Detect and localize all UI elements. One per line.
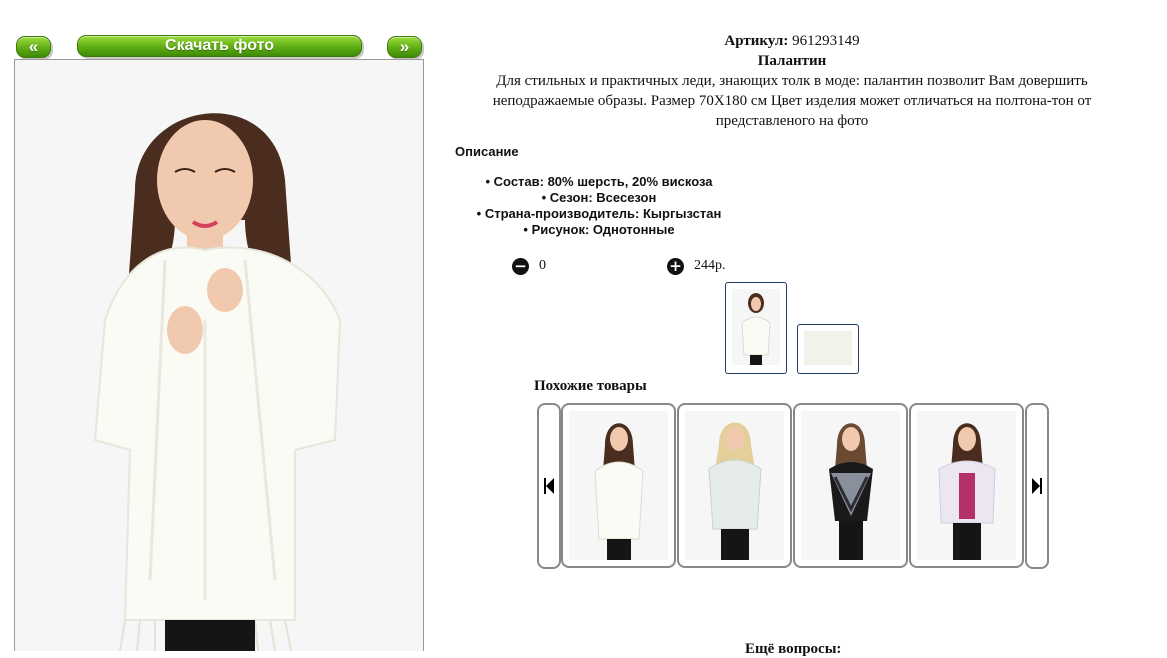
specs-list: Состав: 80% шерсть, 20% вискоза Сезон: В… [455,174,743,238]
carousel-prev-button[interactable] [537,403,561,569]
similar-item-card[interactable] [677,403,792,568]
quantity-value: 0 [539,258,546,273]
sku-line: Артикул: 961293149 [456,32,1128,50]
similar-products-heading: Похожие товары [534,378,647,394]
skip-back-icon [544,478,554,494]
spec-item: Страна-производитель: Кыргызстан [455,206,743,222]
similar-item-card[interactable] [909,403,1024,568]
skip-forward-icon [1032,478,1042,494]
price-value: 244р. [694,258,726,273]
specs-heading: Описание [455,144,519,159]
sku-label: Артикул: [724,33,789,49]
sku-value: 961293149 [792,33,860,49]
photo-thumbnail[interactable] [797,324,859,374]
plus-icon[interactable]: + [667,257,684,275]
price-control: + 244р. [667,257,726,275]
spec-item: Состав: 80% шерсть, 20% вискоза [455,174,743,190]
next-photo-button[interactable]: » [387,36,422,58]
spec-item: Сезон: Всесезон [455,190,743,206]
product-description: Для стильных и практичных леди, знающих … [492,73,1092,129]
similar-item-card[interactable] [561,403,676,568]
prev-photo-button[interactable]: « [16,36,51,58]
main-product-photo [14,59,424,651]
spec-item: Рисунок: Однотонные [455,222,743,238]
quantity-control: − 0 [512,257,546,275]
product-title: Палантин [757,53,827,69]
download-photo-button[interactable]: Скачать фото [77,35,362,57]
similar-item-card[interactable] [793,403,908,568]
carousel-next-button[interactable] [1025,403,1049,569]
photo-thumbnail[interactable] [725,282,787,374]
minus-icon[interactable]: − [512,257,529,275]
